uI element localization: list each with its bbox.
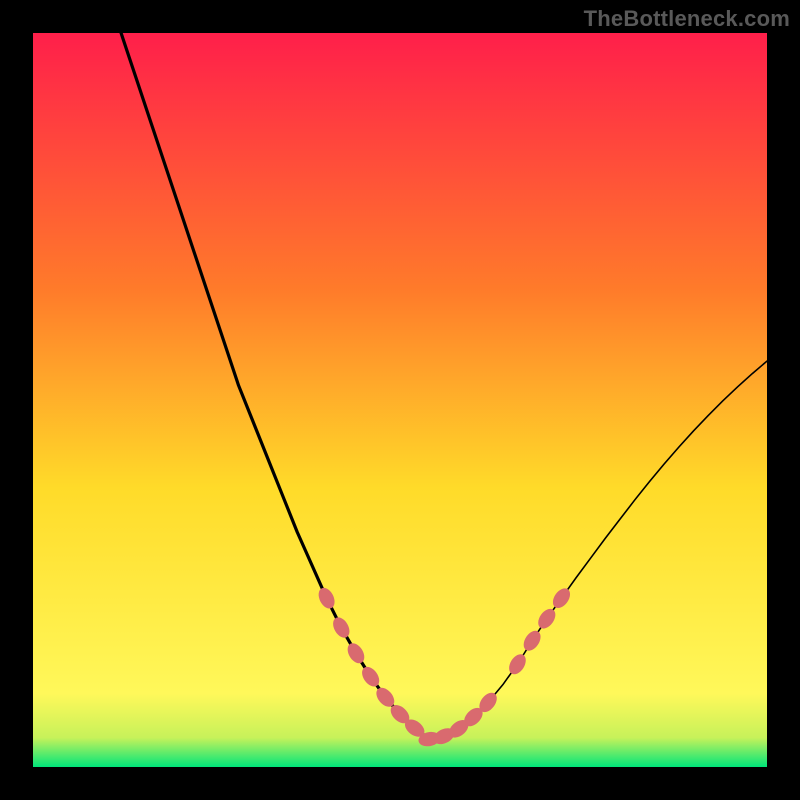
watermark-text: TheBottleneck.com	[584, 6, 790, 32]
chart-frame: TheBottleneck.com	[0, 0, 800, 800]
plot-area	[33, 33, 767, 767]
chart-svg	[33, 33, 767, 767]
